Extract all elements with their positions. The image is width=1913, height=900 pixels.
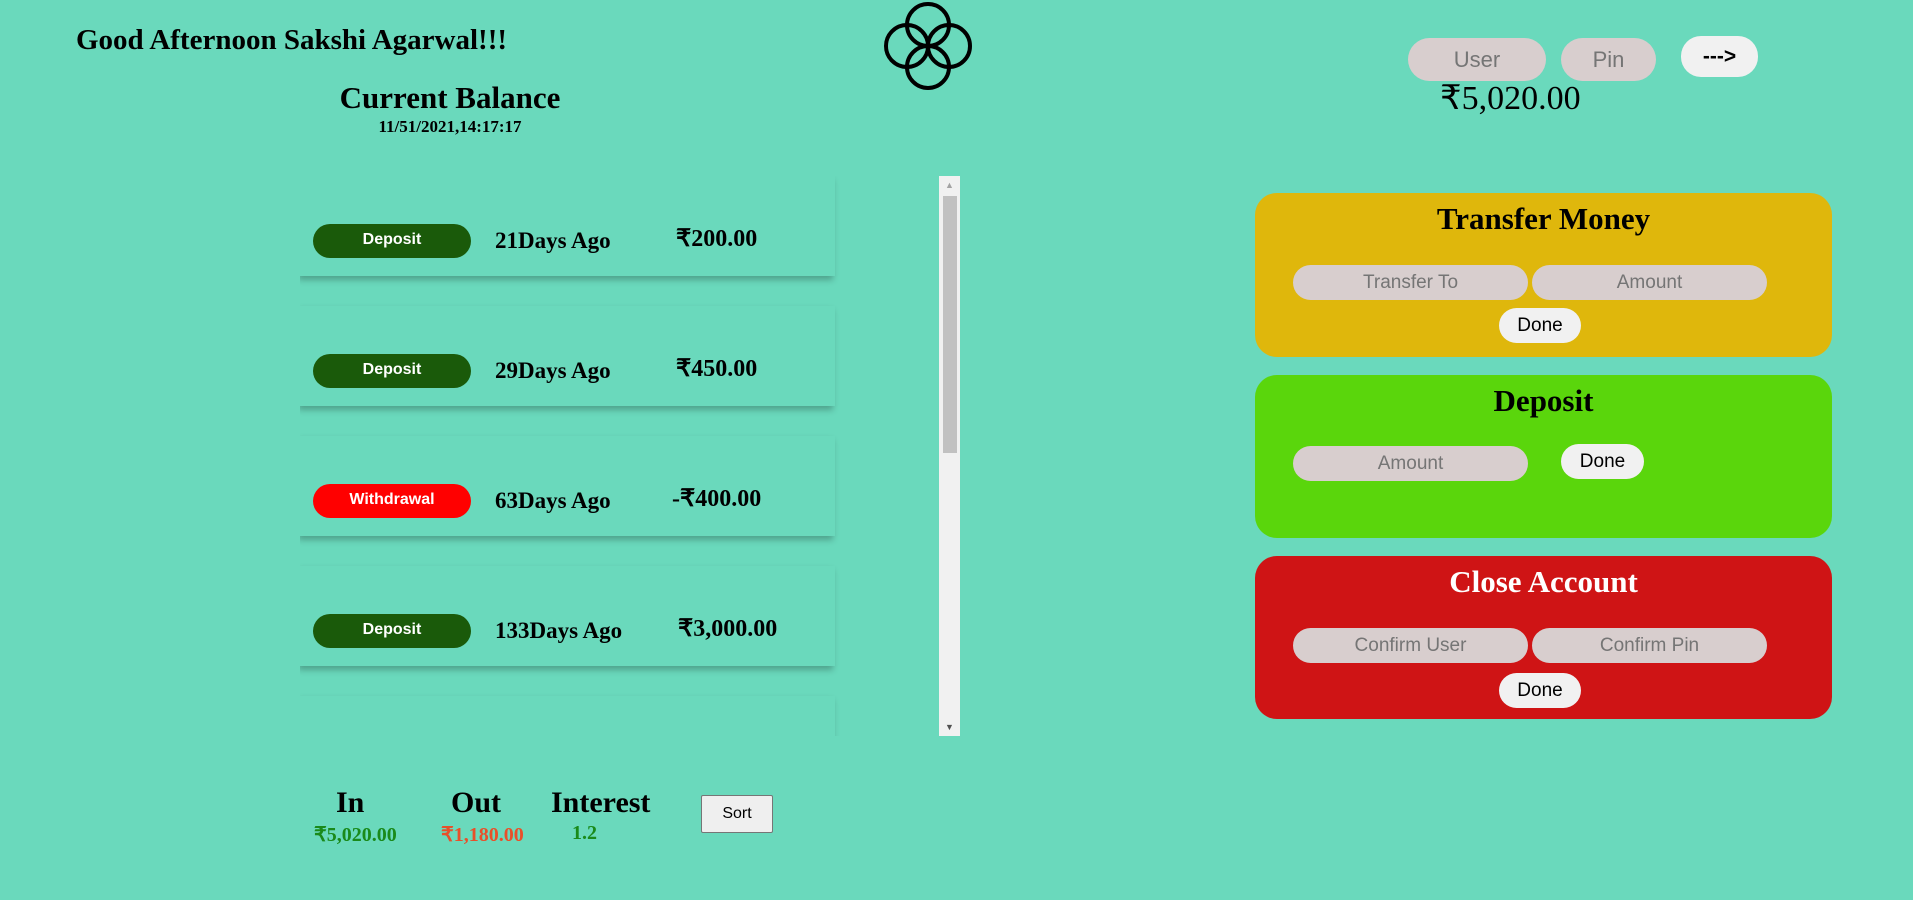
movement-value: ₹200.00	[676, 226, 758, 252]
close-account-panel: Close Account Done	[1255, 556, 1832, 719]
login-button[interactable]: --->	[1681, 36, 1758, 77]
close-account-title: Close Account	[1449, 564, 1638, 599]
movement-row: Deposit 133Days Ago ₹3,000.00	[300, 566, 835, 666]
movement-row: Deposit 29Days Ago ₹450.00	[300, 306, 835, 406]
scroll-up-arrow-icon[interactable]: ▲	[939, 178, 960, 192]
transfer-to-input[interactable]	[1293, 265, 1528, 300]
confirm-pin-input[interactable]	[1532, 628, 1767, 663]
login-user-input[interactable]	[1408, 38, 1546, 81]
transfer-title: Transfer Money	[1436, 201, 1651, 236]
movement-value: -₹400.00	[672, 486, 762, 512]
movement-date: 133Days Ago	[495, 618, 623, 643]
movements-scrollbar[interactable]: ▲ ▼	[939, 176, 960, 736]
deposit-panel: Deposit Done	[1255, 375, 1832, 538]
summary-interest-value: 1.2	[572, 822, 597, 844]
movement-row: Deposit 21Days Ago ₹200.00	[300, 176, 835, 276]
movement-date: 29Days Ago	[495, 358, 611, 383]
movement-type-badge: Deposit	[313, 224, 471, 258]
movement-row	[300, 696, 835, 736]
movement-type-badge: Deposit	[313, 354, 471, 388]
transfer-amount-input[interactable]	[1532, 265, 1767, 300]
balance-date: 11/51/2021,14:17:17	[378, 117, 522, 136]
summary-interest-label: Interest	[551, 786, 651, 819]
scroll-thumb[interactable]	[943, 196, 957, 453]
close-account-done-button[interactable]: Done	[1499, 673, 1581, 708]
transfer-done-button[interactable]: Done	[1499, 308, 1581, 343]
movement-type-badge: Deposit	[313, 614, 471, 648]
greeting-text: Good Afternoon Sakshi Agarwal!!!	[76, 24, 508, 56]
scroll-down-arrow-icon[interactable]: ▼	[939, 720, 960, 734]
summary-in-value: ₹5,020.00	[314, 824, 397, 846]
login-pin-input[interactable]	[1561, 38, 1656, 81]
summary-out-label: Out	[451, 786, 502, 819]
summary-in-label: In	[336, 786, 365, 819]
movement-row: Withdrawal 63Days Ago -₹400.00	[300, 436, 835, 536]
sort-button[interactable]: Sort	[701, 795, 773, 833]
transfer-panel: Transfer Money Done	[1255, 193, 1832, 357]
deposit-title: Deposit	[1493, 383, 1594, 418]
movement-value: ₹450.00	[676, 356, 758, 382]
movement-value: ₹3,000.00	[678, 616, 778, 642]
summary-out-value: ₹1,180.00	[441, 824, 524, 846]
balance-title: Current Balance	[339, 80, 561, 115]
movement-type-badge: Withdrawal	[313, 484, 471, 518]
movement-date: 63Days Ago	[495, 488, 611, 513]
movements-list[interactable]: Deposit 21Days Ago ₹200.00 Deposit 29Day…	[300, 176, 960, 736]
deposit-amount-input[interactable]	[1293, 446, 1528, 481]
confirm-user-input[interactable]	[1293, 628, 1528, 663]
four-circles-logo-icon	[884, 2, 972, 90]
balance-amount: ₹5,020.00	[1440, 80, 1581, 117]
movement-date: 21Days Ago	[495, 228, 611, 253]
deposit-done-button[interactable]: Done	[1561, 444, 1644, 479]
